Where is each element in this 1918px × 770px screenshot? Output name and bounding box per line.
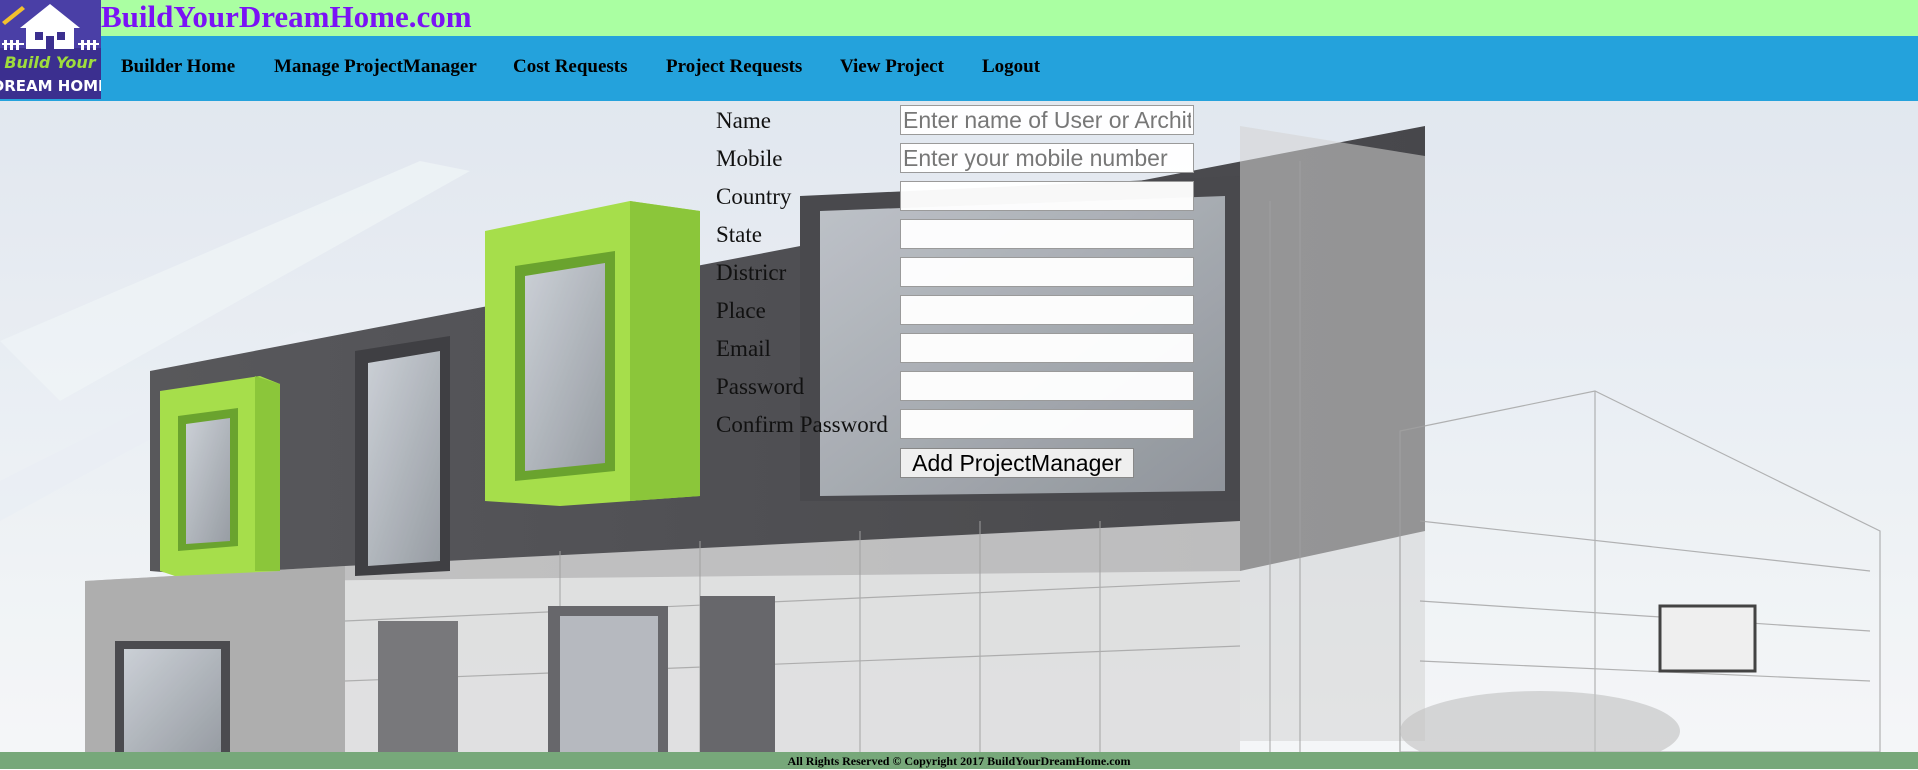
logo-text-line2: DREAM HOME [0,77,101,95]
add-projectmanager-button[interactable]: Add ProjectManager [900,448,1134,478]
confirm-password-label: Confirm Password [716,412,888,437]
confirm-password-input[interactable] [900,409,1194,439]
mobile-input[interactable] [900,143,1194,173]
email-input[interactable] [900,333,1194,363]
nav-project-requests[interactable]: Project Requests [666,56,802,78]
district-label: Districr [716,260,787,285]
password-input[interactable] [900,371,1194,401]
logo-text-line1: Build Your [4,53,96,72]
site-logo[interactable]: Build Your DREAM HOME [0,0,101,99]
country-input[interactable] [900,181,1194,211]
mobile-label: Mobile [716,146,783,171]
nav-bar: Builder Home Manage ProjectManager Cost … [0,36,1918,101]
nav-logout[interactable]: Logout [982,56,1040,78]
nav-builder-home[interactable]: Builder Home [121,56,235,78]
state-label: State [716,222,762,247]
footer-copyright: All Rights Reserved © Copyright 2017 Bui… [787,754,1131,768]
nav-view-project[interactable]: View Project [840,56,944,78]
name-input[interactable] [900,105,1194,135]
footer: All Rights Reserved © Copyright 2017 Bui… [0,752,1918,769]
nav-manage-projectmanager[interactable]: Manage ProjectManager [274,56,477,78]
nav-cost-requests[interactable]: Cost Requests [513,56,628,78]
email-label: Email [716,336,771,361]
state-input[interactable] [900,219,1194,249]
place-input[interactable] [900,295,1194,325]
title-bar: BuildYourDreamHome.com [0,0,1918,36]
place-label: Place [716,298,766,323]
password-label: Password [716,374,805,399]
name-label: Name [716,108,771,133]
site-title: BuildYourDreamHome.com [101,0,472,34]
house-logo-icon: Build Your DREAM HOME [0,0,101,99]
country-label: Country [716,184,792,209]
district-input[interactable] [900,257,1194,287]
